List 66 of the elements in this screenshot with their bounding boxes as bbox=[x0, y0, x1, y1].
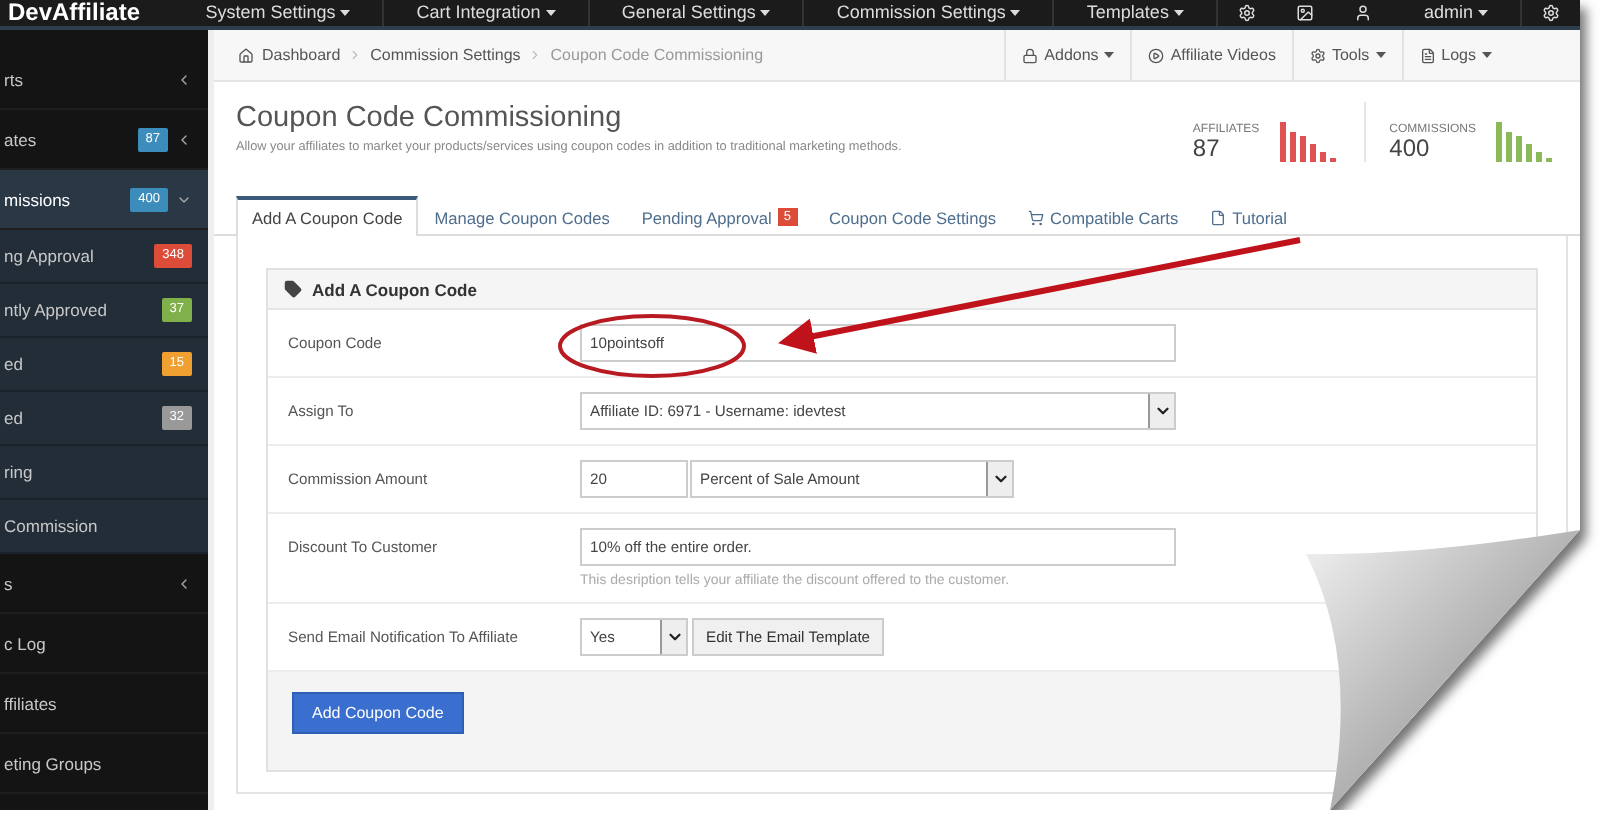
caret-down-icon bbox=[545, 10, 556, 17]
caret-down-icon bbox=[1010, 10, 1021, 17]
toolbar-button[interactable]: Logs bbox=[1401, 29, 1508, 81]
sidebar-label: ffiliates bbox=[4, 693, 59, 713]
breadcrumb-link[interactable]: Commission Settings bbox=[370, 46, 521, 64]
stat-value: 400 bbox=[1389, 136, 1432, 162]
gear-icon bbox=[1309, 47, 1326, 63]
chevron-right-icon bbox=[528, 48, 543, 62]
tab[interactable]: Compatible Carts bbox=[1012, 196, 1195, 234]
caret-down-icon bbox=[1478, 10, 1488, 17]
tab[interactable]: Add A Coupon Code bbox=[236, 196, 419, 236]
add-coupon-button[interactable]: Add Coupon Code bbox=[292, 692, 464, 734]
play-icon bbox=[1148, 47, 1165, 63]
panel-title: Add A Coupon Code bbox=[312, 279, 477, 299]
sidebar-label: rts bbox=[4, 69, 25, 89]
sidebar-label: ed bbox=[4, 408, 25, 428]
sidebar-label: missions bbox=[4, 189, 73, 209]
document-icon bbox=[1210, 209, 1227, 225]
dropdown-caret-icon bbox=[660, 620, 686, 654]
nav-menu[interactable]: Cart Integration bbox=[384, 0, 590, 26]
dropdown-caret-icon bbox=[986, 462, 1012, 496]
sidebar-item[interactable]: ffiliates bbox=[0, 674, 208, 734]
sidebar-item[interactable]: ring bbox=[0, 446, 208, 500]
sidebar-item[interactable]: s bbox=[0, 554, 208, 614]
tab[interactable]: Tutorial bbox=[1194, 196, 1303, 234]
caret-down-icon bbox=[340, 10, 351, 17]
user-icon bbox=[1353, 4, 1372, 22]
sidebar-item[interactable]: c Log bbox=[0, 614, 208, 674]
sidebar-label: Commission bbox=[4, 516, 100, 536]
nav-menu[interactable]: System Settings bbox=[173, 0, 385, 26]
sidebar-label: s bbox=[4, 573, 15, 593]
sidebar-label: ed bbox=[4, 354, 25, 374]
sidebar-label: ntly Approved bbox=[4, 300, 110, 320]
lock-icon bbox=[1022, 47, 1039, 63]
sidebar-item[interactable]: eting Groups bbox=[0, 734, 208, 794]
cart-icon bbox=[1028, 209, 1045, 225]
stat-value: 87 bbox=[1192, 136, 1222, 162]
page-title: Coupon Code Commissioning bbox=[236, 102, 624, 134]
nav-menu[interactable]: Commission Settings bbox=[804, 0, 1055, 26]
sidebar-label: ates bbox=[4, 129, 39, 149]
caret-down-icon bbox=[760, 10, 771, 17]
tag-icon bbox=[284, 280, 302, 298]
sidebar-item[interactable]: Commission bbox=[0, 500, 208, 554]
gear-icon[interactable] bbox=[1237, 4, 1256, 22]
caret-down-icon bbox=[1173, 10, 1184, 17]
tab[interactable]: Coupon Code Settings bbox=[813, 196, 1013, 234]
toolbar-button[interactable]: Addons bbox=[1004, 29, 1131, 81]
settings-icon[interactable] bbox=[1542, 4, 1560, 22]
chevron-right-icon bbox=[348, 48, 363, 62]
sidebar-label: eting Groups bbox=[4, 753, 104, 773]
breadcrumb-link[interactable]: Dashboard bbox=[262, 46, 341, 64]
document-icon bbox=[1419, 47, 1436, 63]
nav-menu[interactable]: Templates bbox=[1054, 0, 1218, 26]
home-icon bbox=[238, 47, 254, 63]
sidebar-label: c Log bbox=[4, 633, 48, 653]
tab[interactable]: Manage Coupon Codes bbox=[418, 196, 626, 234]
sidebar-item[interactable]: rts bbox=[0, 50, 208, 110]
toolbar-button[interactable]: Tools bbox=[1291, 29, 1402, 81]
dropdown-caret-icon bbox=[1148, 394, 1174, 428]
image-icon[interactable] bbox=[1295, 4, 1314, 22]
user-menu[interactable]: admin bbox=[1391, 0, 1522, 26]
toolbar-button[interactable]: Affiliate Videos bbox=[1130, 29, 1292, 81]
sidebar-label: ng Approval bbox=[4, 246, 96, 266]
nav-menu[interactable]: General Settings bbox=[589, 0, 805, 26]
logo[interactable]: DevAffiliate bbox=[0, 0, 174, 26]
sidebar-label: ring bbox=[4, 462, 35, 482]
